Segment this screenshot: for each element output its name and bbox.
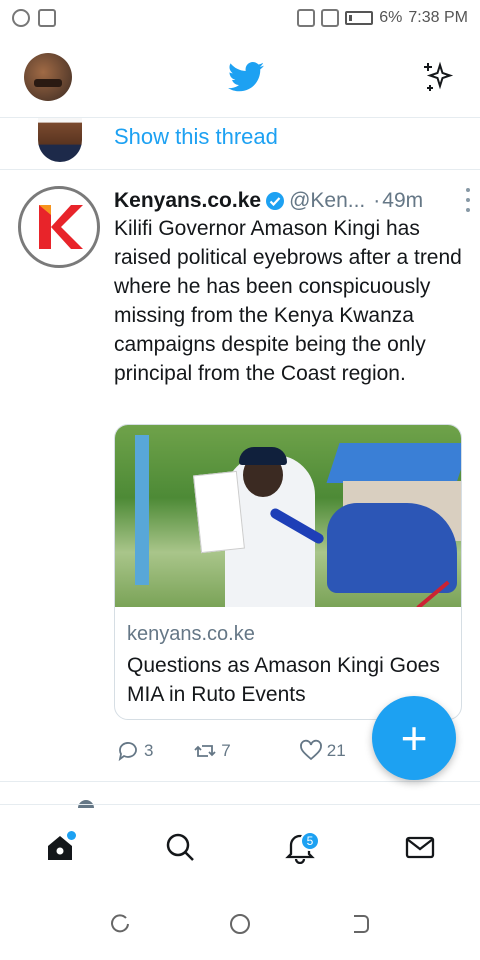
messages-icon [405,836,435,858]
nav-messages[interactable] [390,817,450,877]
retweet-button[interactable]: 7 [193,739,299,763]
tweet[interactable]: Kenyans.co.ke @Ken... · 49m Kilifi Gover… [0,170,480,782]
author-handle[interactable]: @Ken... [289,189,365,213]
author-name[interactable]: Kenyans.co.ke [114,189,261,213]
tweet-actions: 3 7 21 [116,736,366,766]
separator-dot: · [373,189,381,212]
android-nav-bar [0,888,480,960]
like-button[interactable]: 21 [299,739,366,763]
next-tweet-peek [0,782,480,808]
verified-badge-icon [266,192,285,210]
author-avatar[interactable] [18,186,100,268]
nav-notifications[interactable]: 5 [270,817,330,877]
reply-count: 3 [144,741,154,760]
compose-tweet-button[interactable]: + [372,696,456,780]
home-button-icon[interactable] [228,912,252,936]
nav-search[interactable] [150,817,210,877]
more-options-icon[interactable] [460,188,476,212]
card-domain: kenyans.co.ke [127,623,255,645]
notifications-badge: 5 [300,830,320,851]
battery-icon [345,11,374,25]
twitter-bird-icon [228,61,264,91]
compose-plus-icon: + [400,712,428,764]
tweet-text: Kilifi Governor Amason Kingi has raised … [114,217,462,385]
profile-avatar[interactable] [24,52,72,101]
card-image [115,425,461,607]
status-bar: 6% 7:38 PM [0,0,480,36]
clock: 7:38 PM [408,9,468,26]
tweet-time: 49m [382,189,424,212]
retweet-icon [194,745,216,757]
sparkle-icon[interactable] [420,59,456,95]
heart-icon [299,739,322,761]
battery-percent: 6% [379,9,403,26]
gallery-icon [38,9,56,27]
link-card[interactable]: kenyans.co.ke Questions as Amason Kingi … [114,424,462,720]
app-header [0,36,480,118]
search-icon [166,833,194,861]
thread-author-avatar[interactable] [38,118,82,162]
home-new-dot [67,830,76,840]
kenyans-logo-icon [39,205,83,249]
whatsapp-icon [12,9,30,27]
retweet-count: 7 [221,741,231,760]
show-thread-link[interactable]: Show this thread [114,124,278,150]
reply-button[interactable]: 3 [116,739,183,763]
signal-icon [321,9,340,27]
bottom-nav: 5 [0,804,480,888]
like-count: 21 [326,741,346,760]
vibrate-icon [297,9,316,27]
tweet-header: Kenyans.co.ke @Ken... · 49m [114,186,464,216]
nav-home[interactable] [30,817,90,877]
thread-row[interactable]: Show this thread [0,118,480,170]
reply-icon [118,742,137,762]
recents-icon[interactable] [108,912,132,936]
back-icon[interactable] [348,912,372,936]
